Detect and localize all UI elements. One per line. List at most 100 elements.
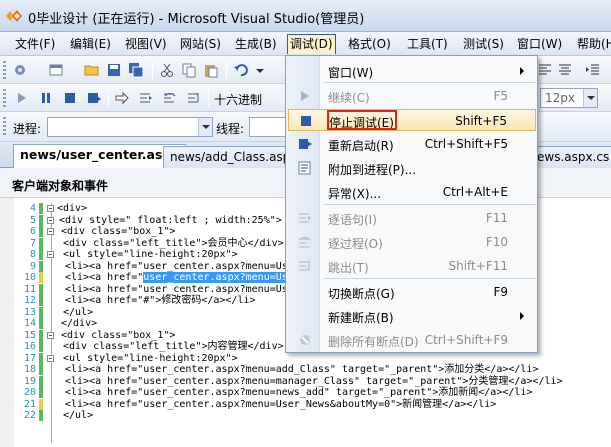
line-number: 15 [23, 329, 36, 341]
thread-select[interactable] [249, 117, 289, 137]
step-into-icon[interactable] [138, 90, 154, 106]
submenu-arrow-icon [520, 312, 524, 320]
line-number: 12 [23, 295, 36, 306]
cut-icon[interactable] [159, 62, 175, 78]
debug-menu-item[interactable]: 逐语句(I) F11 [288, 207, 536, 229]
save-all-icon[interactable] [128, 62, 144, 78]
menu-separator [324, 204, 536, 205]
menu-item-label: 重新启动(R) [328, 139, 394, 153]
menu-separator [324, 82, 536, 83]
code-line[interactable]: 19 <li><a href="user_center.aspx?menu=man… [0, 375, 611, 387]
change-marker [39, 203, 43, 214]
paste-icon[interactable] [203, 62, 219, 78]
copy-icon[interactable] [181, 62, 197, 78]
debug-menu-item[interactable]: 跳出(T) Shift+F11 [288, 255, 536, 277]
change-marker [39, 260, 43, 272]
change-marker [39, 364, 43, 375]
code-text: <div style=" float:left ; width:25%"> [59, 214, 282, 226]
menu-tools[interactable]: 工具(T) [405, 34, 450, 54]
code-text: <li><a href="user_center.aspx?menu=Us [65, 260, 288, 272]
align-left-icon[interactable] [537, 62, 553, 78]
debug-menu-item[interactable]: 窗口(W) [288, 60, 536, 82]
fold-toggle-icon[interactable] [47, 251, 54, 258]
code-text: <div class="box_1"> [61, 226, 176, 237]
menu-help[interactable]: 帮助(H) [575, 34, 611, 54]
toolbar-grip[interactable] [3, 117, 6, 135]
debug-menu-item[interactable]: 异常(X)... Ctrl+Alt+E [288, 181, 536, 203]
change-marker [39, 295, 43, 306]
toolbar-grip[interactable] [3, 89, 6, 107]
menu-view[interactable]: 视图(V) [123, 34, 169, 54]
pause-icon[interactable] [38, 90, 54, 106]
line-number: 7 [29, 237, 36, 249]
menu-item-label: 窗口(W) [328, 66, 374, 80]
chevron-down-icon[interactable] [198, 118, 212, 136]
open-folder-icon[interactable] [84, 62, 100, 78]
tab-add-class[interactable]: news/add_Class.asp [163, 146, 298, 168]
hex-toggle[interactable]: 十六进制 [214, 91, 262, 108]
fold-toggle-icon[interactable] [47, 228, 54, 235]
step-out-icon[interactable] [186, 90, 202, 106]
fold-toggle-icon[interactable] [47, 331, 54, 339]
menu-item-label: 继续(C) [328, 91, 370, 105]
code-text: <li><a href="user_center.aspx?menu=Us [65, 283, 288, 295]
menu-website[interactable]: 网站(S) [178, 34, 223, 54]
menu-test[interactable]: 测试(S) [461, 34, 506, 54]
change-marker [39, 214, 43, 226]
code-line[interactable]: 18 <li><a href="user_center.aspx?menu=add… [0, 364, 611, 375]
menu-edit[interactable]: 编辑(E) [68, 34, 113, 54]
change-marker [39, 226, 43, 237]
toolbar-grip[interactable] [3, 61, 6, 79]
save-icon[interactable] [106, 62, 122, 78]
change-marker [39, 283, 43, 295]
toolbar-separator [152, 61, 153, 79]
menu-window[interactable]: 窗口(W) [515, 34, 564, 54]
debug-menu-item[interactable]: 逐过程(O) F10 [288, 231, 536, 253]
chevron-down-icon[interactable] [583, 89, 597, 107]
fold-toggle-icon[interactable] [47, 354, 54, 362]
menu-file[interactable]: 文件(F) [13, 34, 57, 54]
menu-separator [324, 278, 536, 279]
restart-icon[interactable] [86, 90, 102, 106]
code-line[interactable]: 21 <li><a href="user_center.aspx?menu=Use… [0, 398, 611, 410]
debug-menu-item[interactable]: 新建断点(B) [288, 305, 536, 327]
align-center-icon[interactable] [557, 62, 573, 78]
tab-user-center[interactable]: news/user_center.aspx [13, 144, 187, 169]
code-text: <li><a href="user_center.aspx?menu=news_… [65, 387, 533, 398]
debug-menu-item[interactable]: 删除所有断点(D) Ctrl+Shift+F9 [288, 329, 536, 351]
code-line[interactable]: 17 <ul style="line-height:20px"> [0, 352, 611, 364]
dropdown-arrow-icon[interactable] [252, 62, 268, 78]
code-text: <li><a href="user_center.aspx?menu=User_… [65, 398, 497, 410]
code-text: <ul style="line-height:20px"> [63, 249, 238, 260]
menu-item-shortcut: Shift+F11 [448, 259, 508, 273]
show-next-statement-icon[interactable] [114, 90, 130, 106]
tab-news-cs[interactable]: ews.aspx.cs [530, 146, 611, 168]
fold-toggle-icon[interactable] [47, 216, 54, 224]
debug-menu-item[interactable]: 附加到进程(P)... [288, 157, 536, 179]
visual-studio-logo-icon [6, 10, 22, 22]
debug-menu-item[interactable]: 切换断点(G) F9 [288, 281, 536, 303]
menu-format[interactable]: 格式(O) [346, 34, 393, 54]
step-over-icon[interactable] [162, 90, 178, 106]
client-objects-select[interactable]: 客户端对象和事件 [12, 177, 108, 194]
code-line[interactable]: 20 <li><a href="user_center.aspx?menu=new… [0, 387, 611, 398]
menu-build[interactable]: 生成(B) [233, 34, 279, 54]
line-number: 18 [23, 364, 36, 375]
menu-debug[interactable]: 调试(D) [287, 34, 336, 54]
code-text: </div> [61, 318, 98, 329]
debug-menu-item[interactable]: 继续(C) F5 [288, 85, 536, 107]
undo-icon[interactable] [233, 62, 249, 78]
menu-item-label: 删除所有断点(D) [328, 335, 419, 349]
step-over-icon [299, 237, 311, 248]
add-item-icon[interactable] [48, 62, 64, 78]
new-project-icon[interactable] [12, 62, 28, 78]
debug-menu-item[interactable]: 停止调试(E) Shift+F5 [288, 109, 536, 131]
continue-icon[interactable] [14, 90, 30, 106]
font-size-select[interactable]: 12px [540, 88, 598, 108]
stop-icon[interactable] [62, 90, 78, 106]
process-select[interactable] [47, 117, 213, 137]
code-line[interactable]: 22 </ul> [0, 410, 611, 421]
indent-icon[interactable] [585, 62, 601, 78]
debug-menu-item[interactable]: 重新启动(R) Ctrl+Shift+F5 [288, 133, 536, 155]
fold-toggle-icon[interactable] [47, 205, 54, 212]
